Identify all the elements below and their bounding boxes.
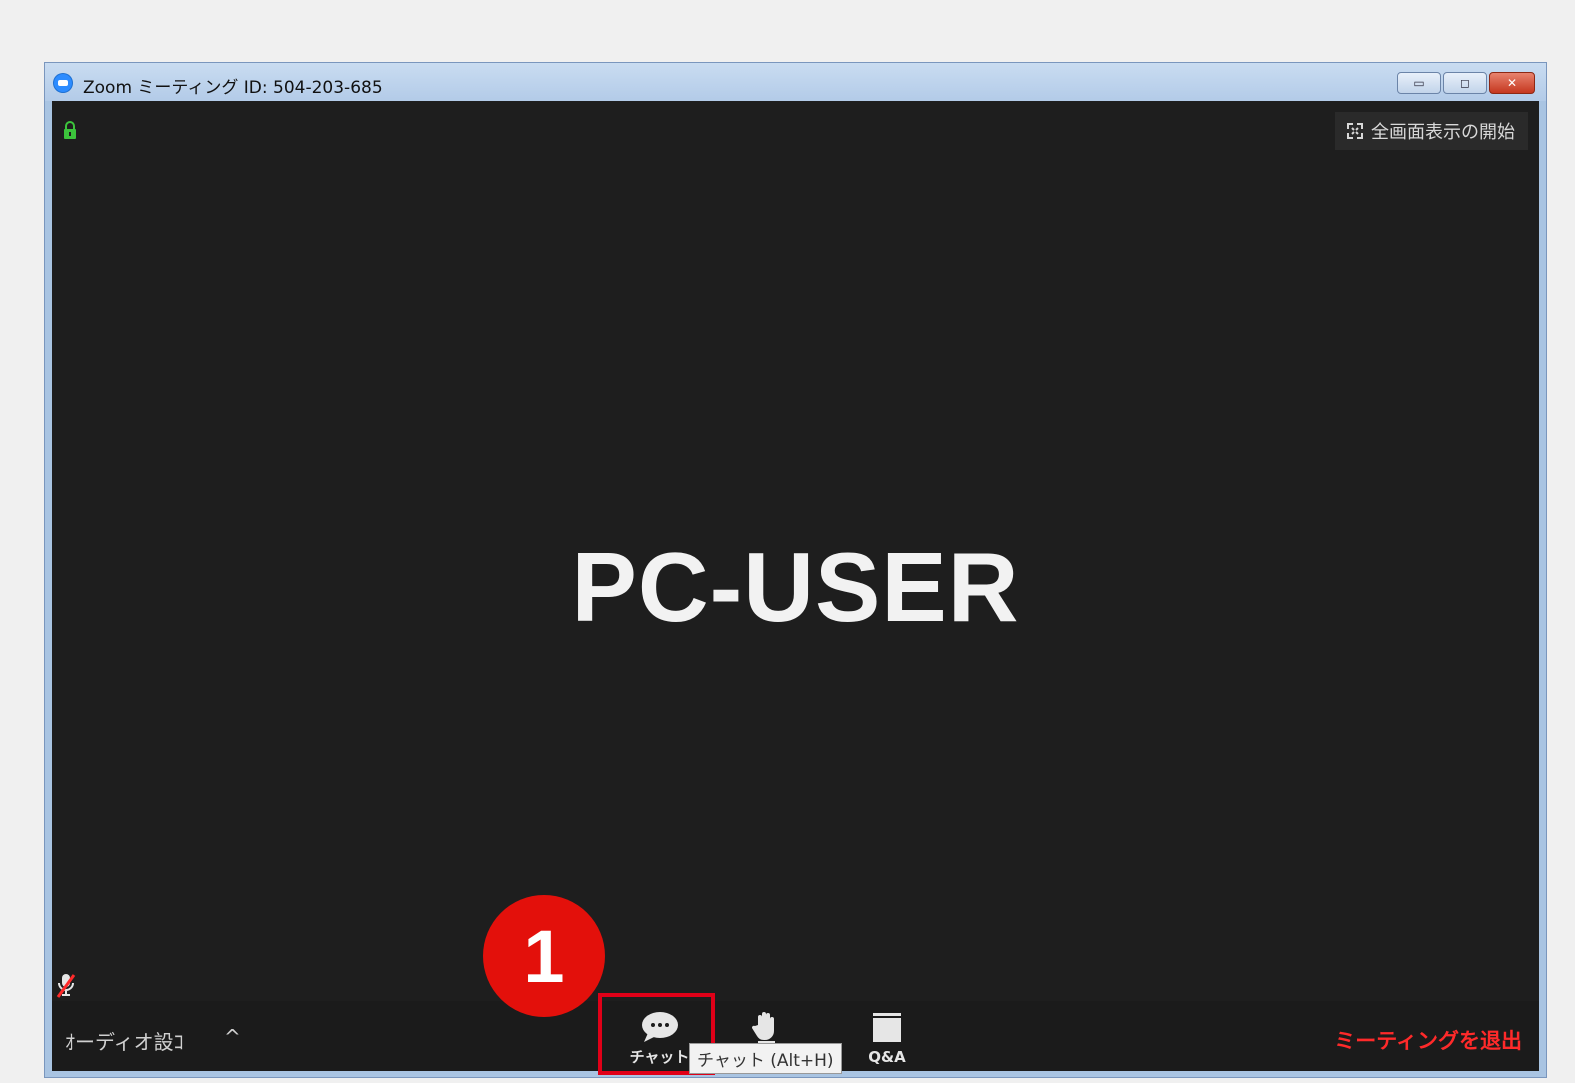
window-title: Zoom ミーティング ID: 504-203-685: [83, 78, 383, 98]
minimize-button[interactable]: ▭: [1397, 72, 1441, 94]
fullscreen-icon: [1347, 123, 1363, 139]
zoom-meeting-window: Zoom ミーティング ID: 504-203-685 ▭ ◻ ✕ 全画面表示の…: [44, 62, 1547, 1078]
muted-mic-icon: [56, 974, 76, 998]
leave-meeting-button[interactable]: ミーティングを退出: [1334, 1025, 1522, 1055]
close-button[interactable]: ✕: [1489, 72, 1535, 94]
title-bar[interactable]: Zoom ミーティング ID: 504-203-685 ▭ ◻ ✕: [45, 63, 1546, 101]
lock-icon: [64, 121, 76, 139]
fullscreen-label: 全画面表示の開始: [1371, 122, 1515, 143]
raise-hand-icon: [751, 1012, 775, 1045]
qa-label: Q&A: [868, 1048, 906, 1066]
qa-button[interactable]: Q&A: [847, 1011, 927, 1071]
maximize-button[interactable]: ◻: [1443, 72, 1487, 94]
participant-name: PC-USER: [571, 532, 1020, 642]
chevron-up-icon[interactable]: ^: [224, 1025, 241, 1049]
zoom-logo-icon: [54, 74, 72, 92]
step-number-badge: 1: [483, 895, 605, 1017]
meeting-toolbar: ｵーディオ設ｺ ^ チャット Q&A チャット (Alt+H) ミーティングを退…: [52, 993, 1539, 1075]
qa-icon: [873, 1013, 901, 1042]
fullscreen-button[interactable]: 全画面表示の開始: [1335, 112, 1528, 150]
audio-settings-label[interactable]: ｵーディオ設ｺ: [65, 1026, 184, 1055]
video-area: 全画面表示の開始 PC-USER ｵーディオ設ｺ ^ チャット Q&A チャット…: [52, 101, 1539, 1075]
chat-tooltip: チャット (Alt+H): [689, 1043, 842, 1074]
